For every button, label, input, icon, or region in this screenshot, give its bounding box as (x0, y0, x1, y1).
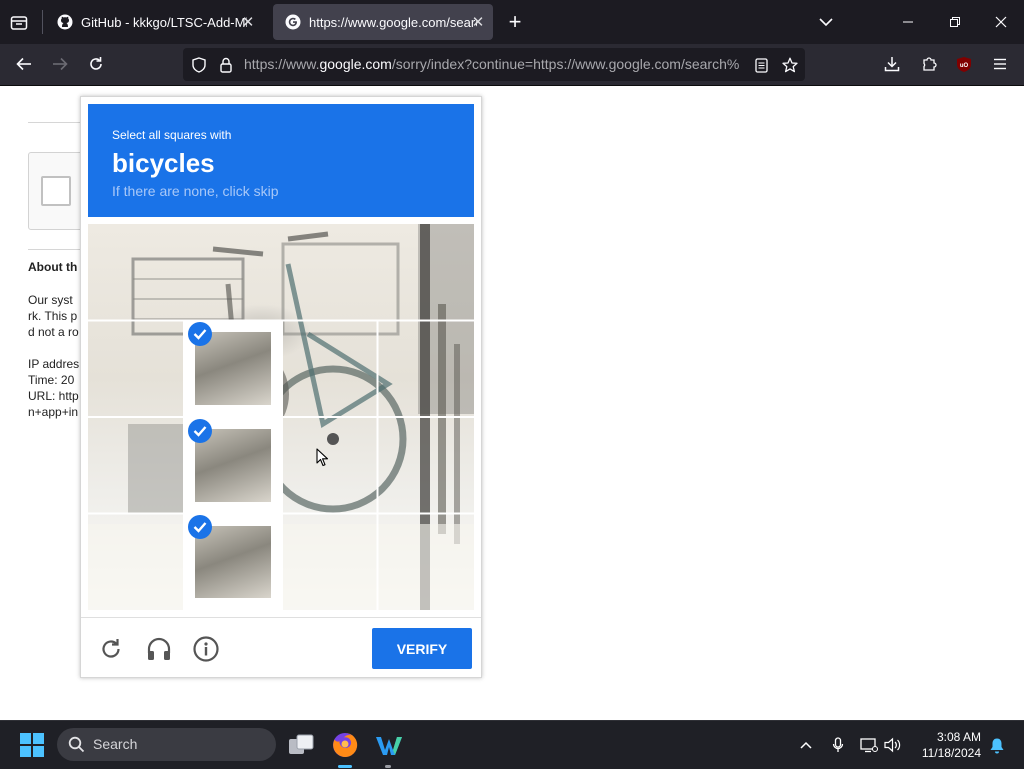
challenge-image-grid[interactable] (88, 224, 474, 610)
restore-icon (950, 17, 960, 27)
tab-separator (42, 10, 43, 34)
about-text-line: n+app+in (28, 405, 79, 419)
about-text-line: Time: 20 (28, 373, 75, 387)
google-icon (285, 14, 301, 30)
close-tab-button[interactable]: ✕ (469, 13, 487, 31)
close-window-button[interactable] (990, 11, 1012, 33)
forward-button[interactable] (49, 53, 71, 75)
navigation-toolbar: https://www.google.com/sorry/index?conti… (0, 44, 1024, 86)
download-icon (884, 57, 900, 72)
extensions-button[interactable] (918, 53, 940, 75)
challenge-header: Select all squares with bicycles If ther… (88, 104, 474, 217)
reload-icon (90, 57, 102, 70)
arrow-right-icon (53, 57, 68, 71)
about-text-line: URL: http (28, 389, 79, 403)
new-tab-button[interactable]: + (504, 9, 526, 34)
github-icon (57, 14, 73, 30)
info-icon (193, 636, 219, 662)
close-icon (995, 16, 1007, 28)
speaker-icon (884, 737, 901, 753)
page-divider (28, 122, 88, 123)
search-placeholder: Search (93, 736, 138, 752)
checkmark-icon (188, 419, 212, 443)
close-tab-button[interactable]: ✕ (239, 13, 257, 31)
microphone-icon (832, 737, 844, 752)
recaptcha-checkbox[interactable] (41, 176, 71, 206)
start-button[interactable] (16, 729, 48, 761)
tab-google-search[interactable]: https://www.google.com/search ✕ (273, 4, 493, 40)
clock-date: 11/18/2024 (921, 746, 981, 760)
challenge-instruction: Select all squares with (112, 128, 232, 142)
tab-title: GitHub - kkkgo/LTSC-Add-Micr (81, 14, 247, 30)
audio-challenge-button[interactable] (145, 635, 173, 663)
puzzle-icon (923, 57, 937, 71)
firefox-taskbar-button[interactable] (329, 729, 361, 761)
lock-icon[interactable] (216, 55, 236, 75)
refresh-icon (102, 639, 120, 658)
about-text-line: d not a ro (28, 325, 79, 339)
plus-icon: + (508, 9, 522, 34)
tab-title: https://www.google.com/search (309, 14, 477, 30)
search-icon (68, 736, 85, 753)
challenge-hint: If there are none, click skip (112, 183, 279, 199)
about-text-line: Our syst (28, 293, 73, 307)
firefox-view-icon (10, 16, 28, 30)
svg-text:uO: uO (960, 63, 969, 69)
about-text-line: rk. This p (28, 309, 78, 323)
url-bar[interactable]: https://www.google.com/sorry/index?conti… (183, 48, 805, 81)
windsurf-taskbar-button[interactable] (373, 729, 405, 761)
bookmark-star-icon[interactable] (780, 55, 800, 75)
taskbar-search-box[interactable]: Search (57, 728, 276, 761)
headphones-icon (147, 637, 171, 660)
network-icon (860, 738, 878, 753)
clock-time: 3:08 AM (936, 730, 981, 744)
chevron-up-icon (800, 741, 812, 749)
help-button[interactable] (192, 635, 220, 663)
url-text[interactable]: https://www.google.com/sorry/index?conti… (244, 56, 744, 72)
show-hidden-icons-button[interactable] (796, 735, 816, 755)
windsurf-w-icon (376, 737, 402, 755)
minimize-icon (903, 21, 913, 23)
ublock-shield-icon: uO (957, 56, 971, 72)
checkmark-icon (188, 322, 212, 346)
challenge-footer: VERIFY (81, 617, 481, 678)
notifications-button[interactable] (987, 735, 1007, 755)
reload-button[interactable] (85, 53, 107, 75)
tab-bar: GitHub - kkkgo/LTSC-Add-Micr ✕ https://w… (0, 0, 1024, 44)
page-divider (28, 249, 88, 250)
microphone-button[interactable] (828, 735, 848, 755)
task-view-button[interactable] (285, 729, 317, 761)
restore-button[interactable] (944, 11, 966, 33)
bell-icon (990, 738, 1004, 753)
list-all-tabs-button[interactable] (815, 11, 837, 33)
downloads-button[interactable] (881, 53, 903, 75)
about-text-line: IP addres (28, 357, 80, 371)
mouse-cursor-icon (316, 448, 329, 467)
chevron-down-icon (819, 18, 833, 27)
tab-github[interactable]: GitHub - kkkgo/LTSC-Add-Micr ✕ (45, 4, 263, 40)
arrow-left-icon (16, 57, 31, 71)
tracking-protection-icon[interactable] (189, 55, 209, 75)
firefox-view-button[interactable] (8, 12, 30, 34)
checkmark-icon (188, 515, 212, 539)
clock[interactable]: 3:08 AM 11/18/2024 (922, 729, 981, 761)
reader-view-icon[interactable] (751, 55, 771, 75)
reload-challenge-button[interactable] (97, 635, 125, 663)
windows-taskbar: Search 3:08 AM 11/18/2024 (0, 720, 1024, 769)
recaptcha-challenge-popup: Select all squares with bicycles If ther… (80, 96, 482, 678)
firefox-icon (333, 732, 358, 757)
task-view-icon (289, 734, 314, 754)
ublock-origin-button[interactable]: uO (953, 53, 975, 75)
verify-button[interactable]: VERIFY (372, 628, 472, 669)
windows-logo-icon (20, 733, 44, 757)
app-menu-button[interactable] (989, 53, 1011, 75)
hamburger-menu-icon (994, 58, 1006, 70)
challenge-target: bicycles (112, 148, 215, 178)
network-button[interactable] (859, 735, 879, 755)
volume-button[interactable] (883, 735, 903, 755)
back-button[interactable] (13, 53, 35, 75)
minimize-button[interactable] (897, 11, 919, 33)
about-heading: About th (28, 260, 78, 274)
